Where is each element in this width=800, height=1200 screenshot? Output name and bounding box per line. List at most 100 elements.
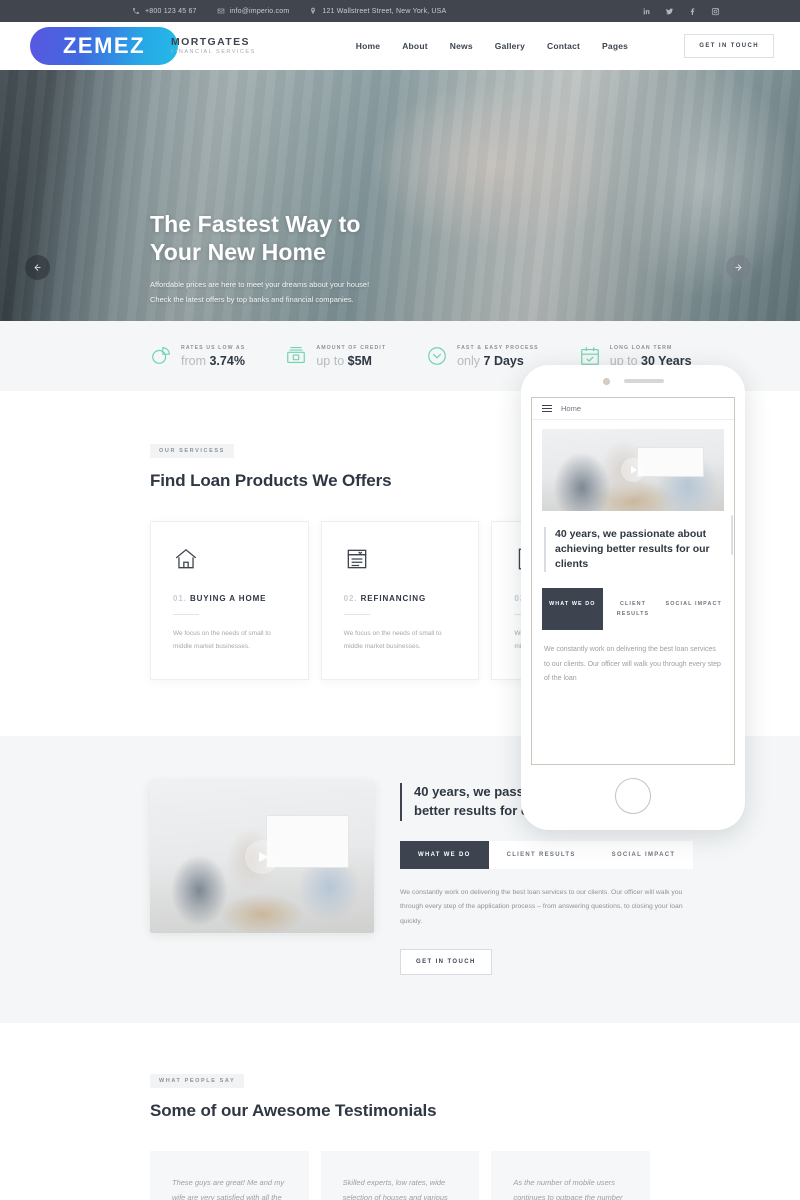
linkedin-icon[interactable]: [642, 7, 651, 16]
brand-block[interactable]: MORTGATES FINANCIAL SERVICES: [171, 36, 256, 55]
stat-item: RATES US LOW AS from 3.74%: [150, 345, 245, 368]
hero-subtitle-line1: Affordable prices are here to meet your …: [150, 280, 370, 290]
play-button[interactable]: [245, 840, 279, 875]
document-icon: [347, 549, 366, 569]
facebook-icon[interactable]: [688, 7, 697, 16]
service-title: REFINANCING: [360, 594, 427, 603]
nav-item-gallery[interactable]: Gallery: [495, 41, 525, 51]
house-icon: [175, 548, 197, 569]
stat-label: RATES US LOW AS: [181, 344, 246, 351]
hero-prev-button[interactable]: [25, 255, 50, 280]
money-icon: [287, 346, 306, 364]
hero-subtitle-line2: Check the latest offers by top banks and…: [150, 294, 354, 304]
stat-label: LONG LOAN TERM: [609, 344, 673, 351]
phone-scrollbar[interactable]: [731, 515, 733, 555]
stat-item: AMOUNT OF CREDIT up to $5M: [285, 345, 386, 368]
pie-chart-icon: [152, 347, 170, 364]
about-tabs: WHAT WE DO CLIENT RESULTS SOCIAL IMPACT: [400, 841, 694, 870]
hero-slider: The Fastest Way to Your New Home Afforda…: [0, 70, 800, 321]
phone-nav-label: Home: [561, 404, 582, 413]
email-contact[interactable]: info@imperio.com: [217, 7, 290, 15]
phone-icon: [133, 8, 139, 14]
stat-label: FAST & EASY PROCESS: [457, 344, 539, 351]
phone-tab-social-impact[interactable]: SOCIAL IMPACT: [663, 588, 724, 631]
phone-mockup: Home 40 years, we passionate about achie…: [521, 365, 745, 830]
address-contact[interactable]: 121 Wallstreet Street, New York, USA: [309, 7, 446, 15]
top-contact-bar: +800 123 45 67 info@imperio.com 121 Wall…: [0, 0, 800, 22]
testimonial-quote: Skilled experts, low rates, wide selecti…: [342, 1177, 448, 1200]
testimonials-title: Some of our Awesome Testimonials: [150, 1100, 437, 1120]
testimonials-list: These guys are great! Me and my wife are…: [150, 1150, 651, 1200]
phone-bottom-bar: [521, 765, 745, 827]
phone-home-button[interactable]: [615, 778, 651, 814]
phone-tab-client-results[interactable]: CLIENT RESULTS: [603, 588, 664, 631]
phone-speaker-icon: [623, 379, 664, 383]
calendar-check-icon: [580, 347, 599, 365]
service-card[interactable]: 01. BUYING A HOME We focus on the needs …: [150, 521, 309, 681]
phone-nav-bar: Home: [532, 398, 734, 420]
phone-video-thumbnail[interactable]: [542, 429, 724, 511]
phone-top-bar: [521, 365, 745, 397]
services-eyebrow: OUR SERVICESS: [150, 444, 234, 458]
tab-what-we-do[interactable]: WHAT WE DO: [400, 841, 489, 870]
about-video-thumbnail[interactable]: [150, 781, 374, 934]
social-links: [642, 7, 720, 16]
tab-client-results[interactable]: CLIENT RESULTS: [488, 841, 594, 870]
service-description: We focus on the needs of small to middle…: [343, 630, 442, 650]
about-get-in-touch-button[interactable]: GET IN TOUCH: [400, 948, 492, 975]
service-title: BUYING A HOME: [189, 594, 267, 603]
stat-prefix: from: [181, 353, 210, 368]
header-get-in-touch-button[interactable]: GET IN TOUCH: [684, 34, 774, 58]
site-header: ZEMEZ MORTGATES FINANCIAL SERVICES Home …: [0, 22, 800, 70]
topbar-contacts: +800 123 45 67 info@imperio.com 121 Wall…: [132, 7, 446, 15]
testimonial-card: Skilled experts, low rates, wide selecti…: [320, 1150, 480, 1200]
service-number: 01.: [173, 594, 187, 603]
nav-item-home[interactable]: Home: [356, 41, 380, 51]
tab-social-impact[interactable]: SOCIAL IMPACT: [593, 841, 694, 870]
hero-title-line1: The Fastest Way to: [150, 211, 361, 237]
divider: [173, 614, 199, 615]
brand-tagline: FINANCIAL SERVICES: [171, 49, 256, 56]
nav-item-contact[interactable]: Contact: [547, 41, 580, 51]
service-card[interactable]: 02. REFINANCING We focus on the needs of…: [320, 521, 480, 681]
instagram-icon[interactable]: [711, 7, 720, 16]
testimonial-card: These guys are great! Me and my wife are…: [150, 1150, 309, 1200]
arrow-left-icon: [34, 264, 41, 271]
email-text: info@imperio.com: [229, 7, 290, 15]
hamburger-menu-icon[interactable]: [542, 404, 552, 413]
stat-label: AMOUNT OF CREDIT: [316, 344, 387, 351]
mail-icon: [217, 8, 224, 14]
hero-next-button[interactable]: [726, 255, 751, 280]
phone-heading: 40 years, we passionate about achieving …: [544, 527, 722, 572]
phone-paragraph: We constantly work on delivering the bes…: [544, 646, 721, 682]
stat-prefix: only: [457, 353, 484, 368]
divider: [343, 614, 370, 615]
testimonials-section: WHAT PEOPLE SAY Some of our Awesome Test…: [0, 1022, 800, 1200]
hero-overlay: [0, 70, 800, 321]
nav-item-pages[interactable]: Pages: [602, 41, 628, 51]
nav-item-about[interactable]: About: [402, 41, 428, 51]
service-number: 02.: [343, 594, 358, 603]
testimonial-quote: These guys are great! Me and my wife are…: [172, 1177, 285, 1200]
zemez-logo[interactable]: ZEMEZ: [30, 27, 178, 65]
phone-play-button[interactable]: [621, 458, 645, 482]
twitter-icon[interactable]: [665, 7, 674, 16]
nav-item-news[interactable]: News: [450, 41, 473, 51]
stat-value: $5M: [347, 353, 372, 368]
hero-content: The Fastest Way to Your New Home Afforda…: [150, 210, 369, 307]
phone-contact[interactable]: +800 123 45 67: [132, 7, 197, 15]
page-root: +800 123 45 67 info@imperio.com 121 Wall…: [0, 0, 800, 1200]
arrow-right-icon: [735, 264, 742, 271]
phone-tabs: WHAT WE DO CLIENT RESULTS SOCIAL IMPACT: [542, 587, 724, 631]
testimonial-card: As the number of mobile users continues …: [491, 1150, 651, 1200]
logo-text: ZEMEZ: [62, 33, 146, 58]
address-text: 121 Wallstreet Street, New York, USA: [322, 7, 447, 15]
location-pin-icon: [311, 7, 316, 15]
phone-tab-what-we-do[interactable]: WHAT WE DO: [542, 587, 603, 631]
service-description: We focus on the needs of small to middle…: [173, 630, 271, 650]
phone-camera-icon: [602, 377, 610, 385]
brand-name: MORTGATES: [171, 36, 250, 49]
phone-text: +800 123 45 67: [145, 7, 197, 15]
stat-prefix: up to: [316, 353, 348, 368]
about-paragraph: We constantly work on delivering the bes…: [400, 889, 683, 925]
